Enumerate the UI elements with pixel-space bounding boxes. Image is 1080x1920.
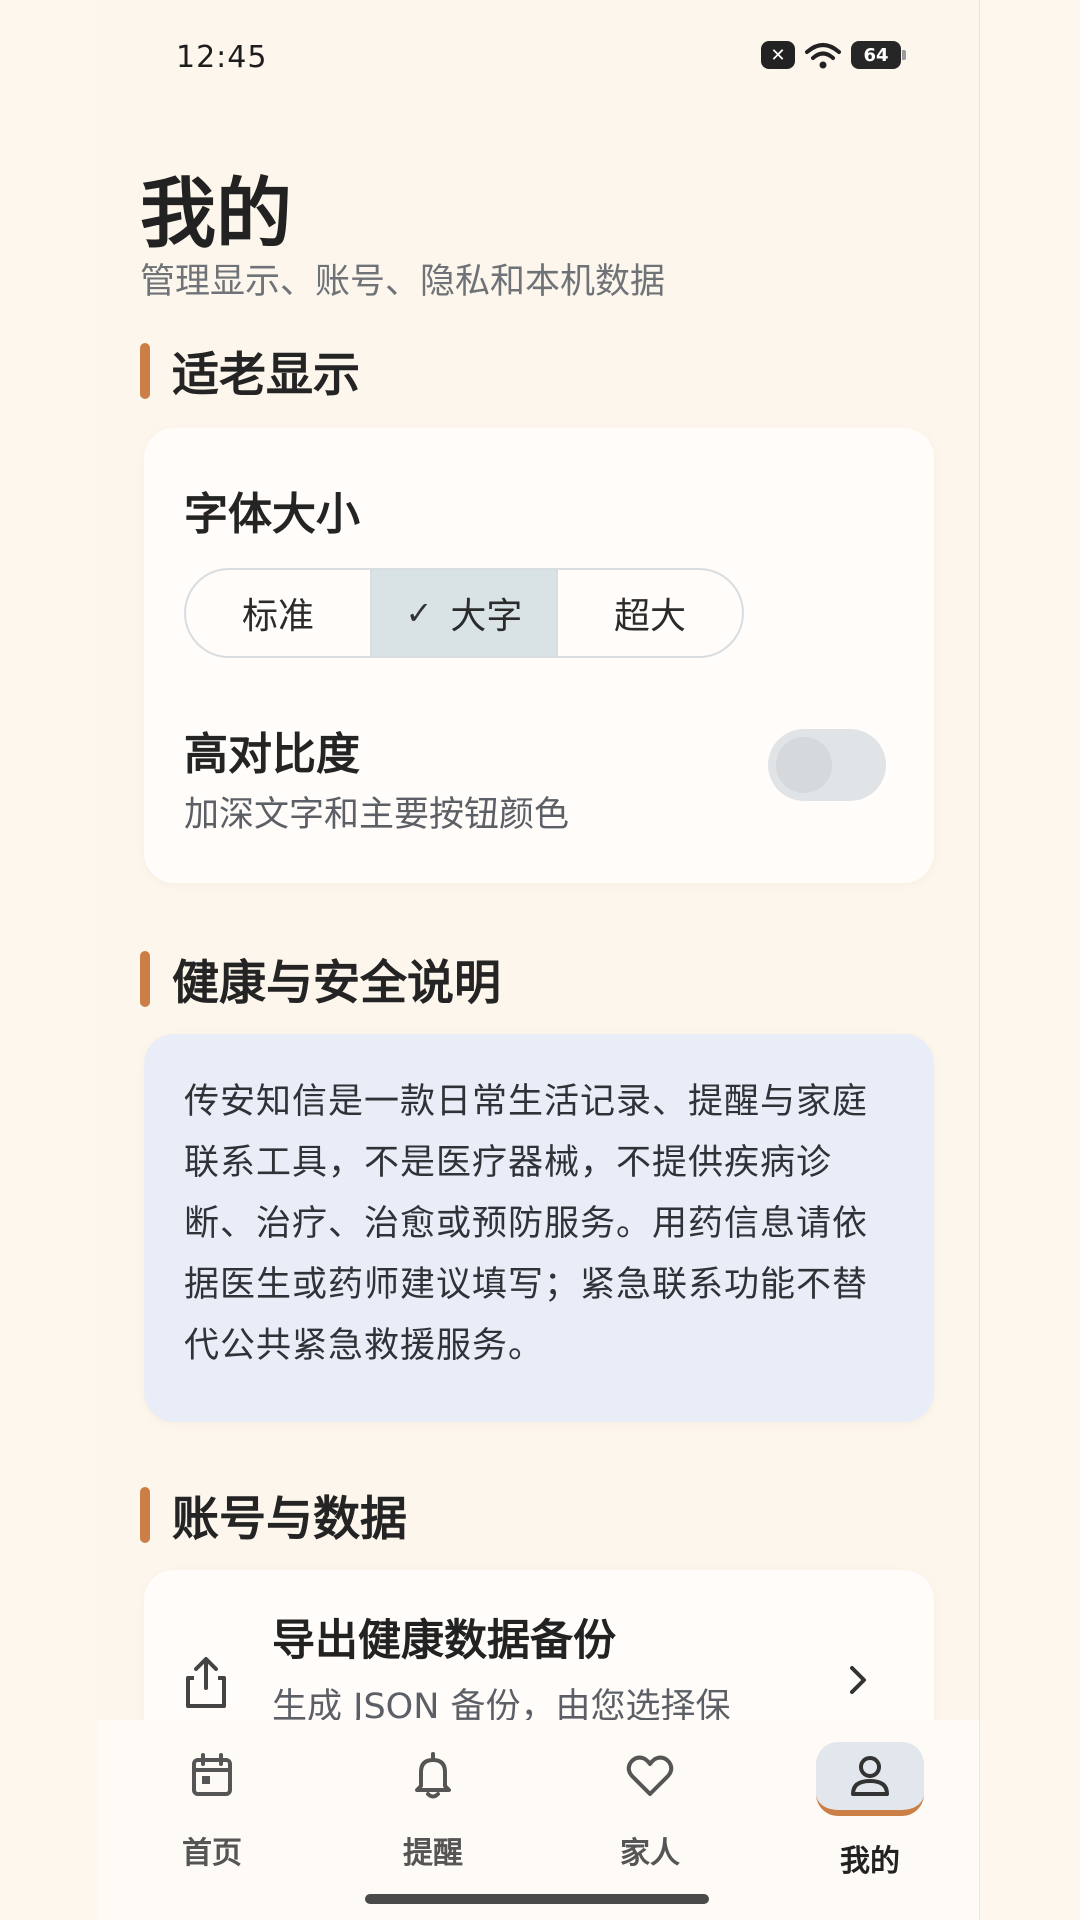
font-option-label: 大字 [450, 596, 523, 637]
nav-item-home[interactable]: 首页 [142, 1742, 282, 1872]
section-health: 健康与安全说明 [140, 944, 501, 1013]
section-display: 适老显示 [140, 336, 360, 405]
screen-background: 12:45 ✕ 64 我的 管理显示、账号、隐私和本机数据 适老显示 字体大小 … [0, 0, 1080, 1920]
heart-icon [626, 1755, 674, 1796]
nav-label: 我的 [840, 1844, 900, 1879]
export-title: 导出健康数据备份 [272, 1616, 616, 1666]
nav-icon-container [598, 1742, 702, 1808]
status-icons: ✕ 64 [761, 40, 906, 70]
battery-icon: 64 [851, 41, 906, 69]
nav-label: 家人 [620, 1836, 680, 1871]
nav-label: 首页 [182, 1836, 242, 1871]
nav-icon-container [381, 1742, 485, 1808]
section-display-title: 适老显示 [172, 348, 360, 403]
font-option-extra-large[interactable]: 超大 [558, 570, 742, 656]
section-accent-bar [140, 342, 150, 399]
status-time: 12:45 [176, 40, 268, 75]
font-size-segmented-control: 标准 ✓ 大字 超大 [184, 568, 744, 658]
font-option-label: 标准 [241, 596, 314, 637]
bottom-navigation: 首页 提醒 家人 我的 [98, 1720, 979, 1920]
section-accent-bar [140, 1486, 150, 1543]
section-account-title: 账号与数据 [172, 1492, 407, 1547]
section-accent-bar [140, 950, 150, 1007]
nav-icon-container-active [816, 1742, 924, 1816]
nav-item-me[interactable]: 我的 [800, 1742, 940, 1880]
share-export-icon [186, 1657, 226, 1708]
toggle-knob [776, 737, 832, 793]
nav-icon-container [160, 1742, 264, 1808]
home-indicator [365, 1894, 709, 1904]
health-notice-card: 传安知信是一款日常生活记录、提醒与家庭联系工具，不是医疗器械，不提供疾病诊断、治… [144, 1034, 934, 1422]
section-account: 账号与数据 [140, 1480, 407, 1549]
font-size-label: 字体大小 [184, 489, 360, 540]
display-settings-card: 字体大小 标准 ✓ 大字 超大 高对比度 加深文字和主要按钮颜色 [144, 428, 934, 883]
close-box-icon: ✕ [761, 41, 795, 69]
font-option-large[interactable]: ✓ 大字 [370, 570, 558, 656]
high-contrast-title: 高对比度 [184, 729, 360, 780]
high-contrast-toggle[interactable] [768, 729, 886, 801]
page-subtitle: 管理显示、账号、隐私和本机数据 [140, 262, 666, 302]
font-option-standard[interactable]: 标准 [186, 570, 370, 656]
nav-item-family[interactable]: 家人 [580, 1742, 720, 1872]
wifi-icon [805, 43, 841, 69]
calendar-icon [192, 1753, 232, 1796]
font-option-label: 超大 [613, 596, 686, 637]
nav-item-reminders[interactable]: 提醒 [363, 1742, 503, 1872]
page-title: 我的 [140, 169, 292, 258]
nav-label: 提醒 [403, 1836, 463, 1871]
app-screen: 12:45 ✕ 64 我的 管理显示、账号、隐私和本机数据 适老显示 字体大小 … [98, 0, 980, 1920]
checkmark-icon: ✓ [405, 594, 433, 632]
section-health-title: 健康与安全说明 [172, 956, 501, 1011]
health-notice-text: 传安知信是一款日常生活记录、提醒与家庭联系工具，不是医疗器械，不提供疾病诊断、治… [184, 1082, 869, 1366]
bell-icon [415, 1752, 451, 1799]
person-icon [851, 1756, 889, 1796]
high-contrast-description: 加深文字和主要按钮颜色 [184, 795, 570, 835]
chevron-right-icon [850, 1666, 866, 1694]
